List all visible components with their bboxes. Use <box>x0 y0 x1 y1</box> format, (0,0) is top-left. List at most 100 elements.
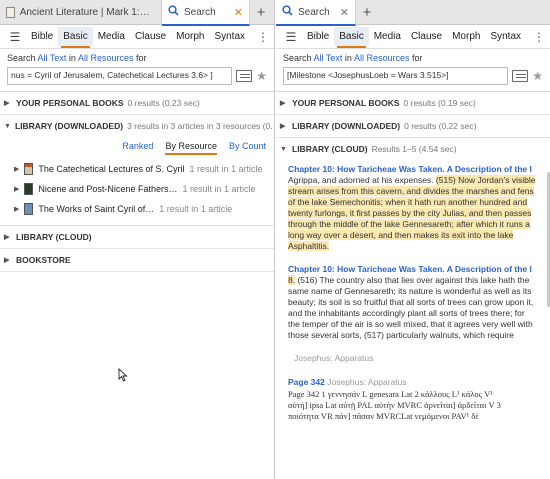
sort-by-resource[interactable]: By Resource <box>165 141 217 155</box>
search-suffix: for <box>136 53 147 63</box>
page-source: Josephus: Apparatus <box>327 377 407 387</box>
tab-label: Search <box>184 6 216 18</box>
close-icon[interactable]: ✕ <box>340 6 349 19</box>
book-icon <box>6 6 15 18</box>
sort-by-count[interactable]: By Count <box>229 141 266 155</box>
search-input[interactable]: nus = Cyril of Jerusalem, Catechetical L… <box>7 67 233 85</box>
keyboard-icon[interactable] <box>512 70 529 82</box>
toolbar-basic[interactable]: Basic <box>58 27 93 48</box>
search-result: Chapter 10: How Taricheae Was Taken. A D… <box>276 160 550 254</box>
section-count: 0 results (0.23 sec) <box>127 98 200 108</box>
scope-text-link[interactable]: All Text <box>38 53 67 63</box>
keyboard-icon[interactable] <box>236 70 253 82</box>
more-options-icon[interactable]: ⋮ <box>256 31 270 43</box>
section-personal-books[interactable]: ▶ YOUR PERSONAL BOOKS 0 results (0.23 se… <box>0 92 274 115</box>
result-reference-link[interactable]: Chapter 10: How Taricheae Was Taken. A D… <box>288 164 538 174</box>
book-meta: 1 result in 1 article <box>159 204 233 214</box>
mouse-cursor-icon <box>118 367 128 385</box>
book-title: The Catechetical Lectures of S. Cyril <box>38 164 185 174</box>
section-label: LIBRARY (CLOUD) <box>16 232 92 242</box>
page-heading: Page 342 Josephus: Apparatus <box>276 369 550 389</box>
right-pane: Search ✕ + ☰ Bible Basic Media Clause Mo… <box>276 0 550 479</box>
sort-ranked[interactable]: Ranked <box>122 141 153 155</box>
toolbar-clause[interactable]: Clause <box>406 27 447 46</box>
scope-text-link[interactable]: All Text <box>314 53 343 63</box>
tab-search[interactable]: Search ✕ <box>162 0 250 26</box>
page-link[interactable]: Page 342 <box>288 377 325 387</box>
more-options-icon[interactable]: ⋮ <box>532 31 546 43</box>
search-input[interactable]: [Milestone <JosephusLoeb = Wars 3.515>] <box>283 67 509 85</box>
toolbar-syntax[interactable]: Syntax <box>209 27 250 46</box>
section-library-downloaded[interactable]: ▶ LIBRARY (DOWNLOADED) 0 results (0.22 s… <box>276 115 550 138</box>
apparatus-line: Page 342 1 γεννησάν L genesara Lat 2 κάλ… <box>288 389 493 399</box>
section-personal-books[interactable]: ▶ YOUR PERSONAL BOOKS 0 results (0.19 se… <box>276 92 550 115</box>
result-reference-link[interactable]: Chapter 10: How Taricheae Was Taken. A D… <box>288 264 538 274</box>
hamburger-menu-icon[interactable]: ☰ <box>280 30 302 44</box>
chevron-right-icon: ▶ <box>4 234 10 241</box>
close-icon[interactable]: ✕ <box>234 6 243 19</box>
chevron-right-icon: ▶ <box>280 123 286 130</box>
search-icon <box>282 5 293 19</box>
star-icon[interactable]: ★ <box>256 69 267 83</box>
tab-search[interactable]: Search ✕ <box>276 0 356 26</box>
hamburger-menu-icon[interactable]: ☰ <box>4 30 26 44</box>
result-post: (516) The country also that lies over ag… <box>288 275 534 340</box>
chevron-right-icon: ▶ <box>4 100 10 107</box>
toolbar-media[interactable]: Media <box>369 27 406 46</box>
search-icon <box>168 5 179 19</box>
section-count: 0 results (0.19 sec) <box>403 98 476 108</box>
sort-bar: Ranked By Resource By Count <box>0 137 274 159</box>
scope-resources-link[interactable]: All Resources <box>78 53 134 63</box>
section-label: BOOKSTORE <box>16 255 71 265</box>
toolbar-bible[interactable]: Bible <box>302 27 334 46</box>
tab-label: Ancient Literature | Mark 1:1–11 <box>19 6 155 18</box>
chevron-right-icon: ▶ <box>14 186 20 193</box>
section-label: LIBRARY (DOWNLOADED) <box>292 121 401 131</box>
result-text: Agrippa, and adorned at his expenses. (5… <box>288 175 538 252</box>
search-prefix: Search <box>7 53 36 63</box>
left-pane: Ancient Literature | Mark 1:1–11 Search … <box>0 0 275 479</box>
result-text: 8. (516) The country also that lies over… <box>288 275 538 341</box>
search-suffix: for <box>412 53 423 63</box>
section-library-cloud[interactable]: ▶ LIBRARY (CLOUD) <box>0 225 274 249</box>
toolbar-clause[interactable]: Clause <box>130 27 171 46</box>
list-item[interactable]: ▶ The Works of Saint Cyril of… 1 result … <box>0 199 274 219</box>
toolbar-syntax[interactable]: Syntax <box>485 27 526 46</box>
new-tab-button[interactable]: + <box>356 0 378 24</box>
scope-resources-link[interactable]: All Resources <box>354 53 410 63</box>
toolbar-media[interactable]: Media <box>93 27 130 46</box>
chevron-down-icon: ▼ <box>4 122 11 130</box>
book-title: Nicene and Post-Nicene Fathers… <box>38 184 178 194</box>
search-mid: in <box>68 53 76 63</box>
chevron-right-icon: ▶ <box>4 257 10 264</box>
toolbar-morph[interactable]: Morph <box>171 27 209 46</box>
section-label: LIBRARY (CLOUD) <box>292 144 368 154</box>
book-title: The Works of Saint Cyril of… <box>38 204 155 214</box>
new-tab-button[interactable]: + <box>250 0 272 24</box>
toolbar-basic[interactable]: Basic <box>334 27 369 48</box>
toolbar-bible[interactable]: Bible <box>26 27 58 46</box>
book-meta: 1 result in 1 article <box>182 184 256 194</box>
book-meta: 1 result in 1 article <box>189 164 263 174</box>
list-item[interactable]: ▶ Nicene and Post-Nicene Fathers… 1 resu… <box>0 179 274 199</box>
right-search-toolbar: ☰ Bible Basic Media Clause Morph Syntax … <box>276 25 550 49</box>
chevron-down-icon: ▼ <box>280 145 287 153</box>
result-pre: Agrippa, and adorned at his expenses. <box>288 175 436 185</box>
search-scope-line: Search All Text in All Resources for <box>0 49 274 65</box>
left-tab-bar: Ancient Literature | Mark 1:1–11 Search … <box>0 0 274 26</box>
list-item[interactable]: ▶ The Catechetical Lectures of S. Cyril … <box>0 159 274 179</box>
section-label: LIBRARY (DOWNLOADED) <box>14 121 124 131</box>
section-library-cloud[interactable]: ▼ LIBRARY (CLOUD) Results 1–5 (4.54 sec) <box>276 138 550 160</box>
star-icon[interactable]: ★ <box>532 69 543 83</box>
section-library-downloaded[interactable]: ▼ LIBRARY (DOWNLOADED) 3 results in 3 ar… <box>0 115 274 137</box>
chevron-right-icon: ▶ <box>14 206 20 213</box>
chevron-right-icon: ▶ <box>14 166 20 173</box>
chevron-right-icon: ▶ <box>280 100 286 107</box>
tab-ancient-literature[interactable]: Ancient Literature | Mark 1:1–11 <box>0 0 162 24</box>
toolbar-morph[interactable]: Morph <box>447 27 485 46</box>
section-bookstore[interactable]: ▶ BOOKSTORE <box>0 249 274 272</box>
section-label: YOUR PERSONAL BOOKS <box>16 98 124 108</box>
search-prefix: Search <box>283 53 312 63</box>
section-count: 3 results in 3 articles in 3 resources (… <box>127 121 273 131</box>
section-count: 0 results (0.22 sec) <box>404 121 477 131</box>
